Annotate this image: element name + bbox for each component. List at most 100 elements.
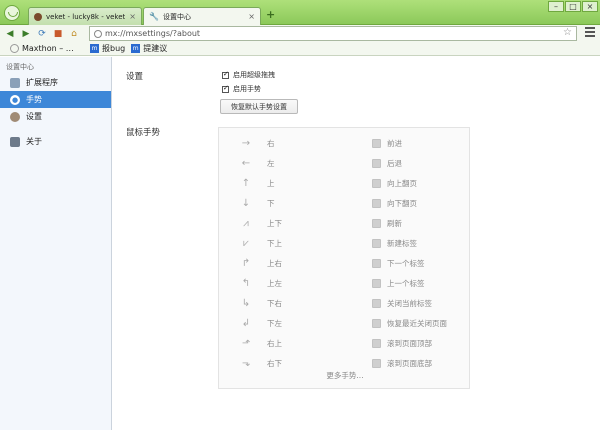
gesture-action[interactable]: 新建标签 xyxy=(387,238,417,249)
gesture-name: 上下 xyxy=(267,218,282,228)
bookmark-maxthon[interactable]: Maxthon – … xyxy=(10,44,90,53)
gesture-row[interactable]: ↰ 上左 上一个标签 xyxy=(219,275,471,291)
bookmark-suggestion[interactable]: m 提建议 xyxy=(131,43,167,54)
maximize-button[interactable]: □ xyxy=(565,1,581,12)
action-icon xyxy=(372,198,381,208)
gesture-action[interactable]: 刷新 xyxy=(387,218,402,229)
gesture-name: 上 xyxy=(267,178,275,188)
bookmarks-bar: Maxthon – … m 报bug m 提建议 xyxy=(0,42,600,56)
arrow-right-up-icon: ⬏ xyxy=(241,337,251,349)
gesture-action[interactable]: 上一个标签 xyxy=(387,278,425,289)
back-arrow-icon[interactable]: ◀ xyxy=(4,28,16,40)
gesture-row[interactable]: ⩘ 上下 刷新 xyxy=(219,215,471,231)
arrow-down-up-icon: ⩗ xyxy=(243,237,249,249)
sidebar-item-label: 手势 xyxy=(26,95,42,104)
maxthon-logo-icon[interactable] xyxy=(4,5,20,21)
gesture-name: 上左 xyxy=(267,278,282,288)
menu-icon[interactable] xyxy=(585,27,595,37)
page-info-icon[interactable] xyxy=(94,29,102,38)
title-bar: veket - lucky8k - veket × 🔧 设置中心 × + – □… xyxy=(0,0,600,25)
arrow-up-down-icon: ⩘ xyxy=(243,217,249,229)
sidebar-item-settings[interactable]: 设置 xyxy=(0,108,111,125)
super-drag-checkbox[interactable] xyxy=(222,70,229,79)
bookmark-label: Maxthon – … xyxy=(22,44,74,53)
gesture-row[interactable]: ⬏ 右上 滚到页面顶部 xyxy=(219,335,471,351)
maxthon-favicon-icon xyxy=(10,44,19,53)
stop-icon[interactable]: ■ xyxy=(52,28,64,40)
super-drag-option[interactable]: 启用超级拖拽 xyxy=(222,70,275,80)
gesture-row[interactable]: ← 左 后退 xyxy=(219,155,471,171)
main-content: 设置 启用超级拖拽 启用手势 恢复默认手势设置 鼠标手势 → 右 前进 ← 左 … xyxy=(113,57,600,430)
tab-close-icon[interactable]: × xyxy=(248,12,255,21)
gesture-icon: ● xyxy=(10,94,20,105)
bookmark-report-bug[interactable]: m 报bug xyxy=(90,43,125,54)
gesture-action[interactable]: 滚到页面底部 xyxy=(387,358,432,369)
action-icon xyxy=(372,218,381,228)
gesture-action[interactable]: 关闭当前标签 xyxy=(387,298,432,309)
reload-icon[interactable]: ⟳ xyxy=(36,28,48,40)
sidebar-item-extensions[interactable]: 扩展程序 xyxy=(0,74,111,91)
close-button[interactable]: × xyxy=(582,1,598,12)
gesture-row[interactable]: ↓ 下 向下翻页 xyxy=(219,195,471,211)
gesture-name: 下上 xyxy=(267,238,282,248)
arrow-up-left-icon: ↰ xyxy=(241,277,251,289)
home-icon[interactable]: ⌂ xyxy=(68,28,80,40)
gesture-name: 左 xyxy=(267,158,275,168)
gesture-action[interactable]: 滚到页面顶部 xyxy=(387,338,432,349)
gesture-action[interactable]: 向上翻页 xyxy=(387,178,417,189)
gesture-action[interactable]: 下一个标签 xyxy=(387,258,425,269)
action-icon xyxy=(372,138,381,148)
action-icon xyxy=(372,298,381,308)
forward-arrow-icon[interactable]: ▶ xyxy=(20,28,32,40)
gesture-row[interactable]: ↳ 下右 关闭当前标签 xyxy=(219,295,471,311)
gesture-row[interactable]: ↱ 上右 下一个标签 xyxy=(219,255,471,271)
arrow-up-right-icon: ↱ xyxy=(241,257,251,269)
gesture-name: 下右 xyxy=(267,298,282,308)
mouse-gestures-label: 鼠标手势 xyxy=(126,128,161,138)
url-text: mx://mxsettings/?about xyxy=(105,29,201,38)
sidebar: 设置中心 扩展程序 ● 手势 设置 关于 xyxy=(0,57,112,430)
m-favicon-icon: m xyxy=(131,44,141,53)
sidebar-item-label: 扩展程序 xyxy=(26,78,58,87)
gesture-action[interactable]: 向下翻页 xyxy=(387,198,417,209)
action-icon xyxy=(372,158,381,168)
gesture-checkbox[interactable] xyxy=(222,84,229,93)
more-gestures-link[interactable]: 更多手势... xyxy=(219,370,471,381)
sidebar-item-about[interactable]: 关于 xyxy=(0,133,111,150)
tab-veket[interactable]: veket - lucky8k - veket × xyxy=(28,7,142,25)
sidebar-item-label: 关于 xyxy=(26,137,42,146)
about-icon xyxy=(10,136,20,147)
settings-section-label: 设置 xyxy=(126,72,144,82)
gesture-action[interactable]: 后退 xyxy=(387,158,402,169)
gesture-row[interactable]: ⩗ 下上 新建标签 xyxy=(219,235,471,251)
new-tab-button[interactable]: + xyxy=(266,8,275,21)
tab-settings-center[interactable]: 🔧 设置中心 × xyxy=(143,7,261,25)
gesture-row[interactable]: ⬎ 右下 滚到页面底部 xyxy=(219,355,471,371)
sidebar-title: 设置中心 xyxy=(6,63,34,71)
arrow-right-icon: → xyxy=(241,137,251,149)
action-icon xyxy=(372,178,381,188)
gesture-action[interactable]: 前进 xyxy=(387,138,402,149)
bookmark-star-icon[interactable]: ☆ xyxy=(563,27,572,38)
gesture-action[interactable]: 恢复最近关闭页面 xyxy=(387,318,447,329)
reset-gestures-button[interactable]: 恢复默认手势设置 xyxy=(220,99,298,114)
extensions-icon xyxy=(10,77,20,88)
tab-close-icon[interactable]: × xyxy=(129,12,136,21)
gesture-name: 右下 xyxy=(267,358,282,368)
bookmark-label: 报bug xyxy=(102,44,126,53)
action-icon xyxy=(372,238,381,248)
gesture-option[interactable]: 启用手势 xyxy=(222,84,261,94)
sidebar-item-gestures[interactable]: ● 手势 xyxy=(0,91,111,108)
gesture-name: 下左 xyxy=(267,318,282,328)
gesture-list: → 右 前进 ← 左 后退 ↑ 上 向上翻页 ↓ 下 向下翻页 ⩘ 上下 刷新 xyxy=(218,127,470,389)
gesture-row[interactable]: ↲ 下左 恢复最近关闭页面 xyxy=(219,315,471,331)
gesture-name: 上右 xyxy=(267,258,282,268)
bookmark-label: 提建议 xyxy=(143,44,168,53)
arrow-down-icon: ↓ xyxy=(241,197,251,209)
address-bar[interactable]: mx://mxsettings/?about ☆ xyxy=(89,26,577,41)
gesture-row[interactable]: → 右 前进 xyxy=(219,135,471,151)
minimize-button[interactable]: – xyxy=(548,1,564,12)
action-icon xyxy=(372,258,381,268)
arrow-down-right-icon: ↳ xyxy=(241,297,251,309)
gesture-row[interactable]: ↑ 上 向上翻页 xyxy=(219,175,471,191)
